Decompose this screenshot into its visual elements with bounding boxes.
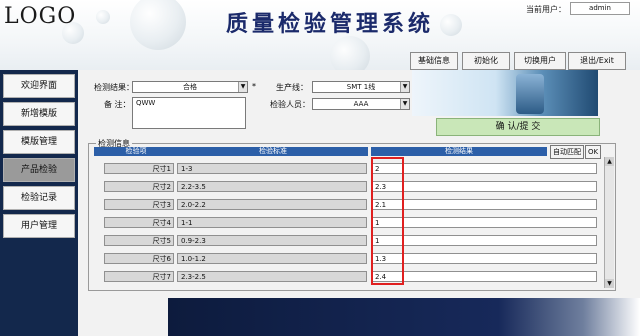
auto-match-button[interactable]: 自动匹配 [550, 145, 584, 159]
result-input[interactable]: 1 [371, 235, 597, 246]
item-label: 尺寸1 [104, 163, 174, 174]
item-label: 尺寸7 [104, 271, 174, 282]
result-input[interactable]: 2 [371, 163, 597, 174]
inspector-label: 检验人员： [270, 100, 310, 109]
result-input[interactable]: 2.4 [371, 271, 597, 282]
sidebar-item-product-inspection[interactable]: 产品检验 [3, 158, 75, 182]
production-line-value: SMT 1线 [346, 83, 376, 91]
result-input[interactable]: 1.3 [371, 253, 597, 264]
current-user-label: 当前用户： [526, 5, 566, 14]
sidebar-item-template-management[interactable]: 模版管理 [3, 130, 75, 154]
sidebar-item-new-template[interactable]: 新增模版 [3, 102, 75, 126]
chevron-down-icon[interactable]: ▼ [400, 99, 409, 109]
current-user-value: admin [570, 2, 630, 15]
production-line-label: 生产线： [276, 83, 308, 92]
switch-user-button[interactable]: 切换用户 [514, 52, 566, 70]
result-input[interactable]: 2.3 [371, 181, 597, 192]
result-select[interactable]: 合格 ▼ [132, 81, 248, 93]
confirm-submit-button[interactable]: 确 认/提 交 [436, 118, 600, 136]
sidebar-item-welcome[interactable]: 欢迎界面 [3, 74, 75, 98]
decor-bubble [96, 10, 110, 24]
remark-textarea[interactable]: QWW [132, 97, 246, 129]
chevron-down-icon[interactable]: ▼ [400, 82, 409, 92]
remark-label: 备 注： [104, 100, 131, 109]
item-label: 尺寸3 [104, 199, 174, 210]
standard-field: 2.0-2.2 [177, 199, 367, 210]
item-label: 尺寸6 [104, 253, 174, 264]
phone-image [516, 74, 544, 114]
item-label: 尺寸2 [104, 181, 174, 192]
production-line-select[interactable]: SMT 1线 ▼ [312, 81, 410, 93]
results-scrollbar[interactable]: ▲ ▼ [604, 157, 614, 288]
chevron-down-icon[interactable]: ▼ [238, 82, 247, 92]
decor-bubble [130, 0, 186, 50]
initialize-button[interactable]: 初始化 [462, 52, 510, 70]
standard-field: 0.9-2.3 [177, 235, 367, 246]
exit-button[interactable]: 退出/Exit [568, 52, 626, 70]
standard-field: 1-3 [177, 163, 367, 174]
standard-field: 1.0-1.2 [177, 253, 367, 264]
basic-info-button[interactable]: 基础信息 [410, 52, 458, 70]
header: LOGO 质量检验管理系统 当前用户： admin 基础信息 初始化 切换用户 … [0, 0, 640, 76]
scroll-up-icon[interactable]: ▲ [605, 157, 614, 166]
result-input[interactable]: 2.1 [371, 199, 597, 210]
result-input[interactable]: 1 [371, 217, 597, 228]
decor-bubble [440, 14, 462, 36]
inspector-value: AAA [353, 100, 369, 108]
result-label: 检测结果： [94, 83, 134, 92]
result-select-value: 合格 [183, 83, 197, 91]
column-header-result: 检测结果 [371, 147, 547, 156]
ok-button[interactable]: OK [585, 145, 601, 159]
highlight-annotation-box [371, 157, 404, 285]
sidebar: 欢迎界面 新增模版 模版管理 产品检验 检验记录 用户管理 [0, 70, 78, 336]
standard-field: 1-1 [177, 217, 367, 228]
standard-field: 2.2-3.5 [177, 181, 367, 192]
logo: LOGO [4, 4, 77, 29]
sidebar-item-inspection-records[interactable]: 检验记录 [3, 186, 75, 210]
required-mark: * [252, 82, 256, 91]
column-header-item: 检验项 [94, 147, 178, 156]
scroll-down-icon[interactable]: ▼ [605, 279, 614, 288]
column-header-standard: 检验标准 [178, 147, 368, 156]
item-label: 尺寸5 [104, 235, 174, 246]
header-photo [412, 70, 598, 116]
footer-bar [168, 298, 640, 336]
item-label: 尺寸4 [104, 217, 174, 228]
page-title: 质量检验管理系统 [226, 11, 435, 37]
inspector-select[interactable]: AAA ▼ [312, 98, 410, 110]
sidebar-item-user-management[interactable]: 用户管理 [3, 214, 75, 238]
standard-field: 2.3-2.5 [177, 271, 367, 282]
